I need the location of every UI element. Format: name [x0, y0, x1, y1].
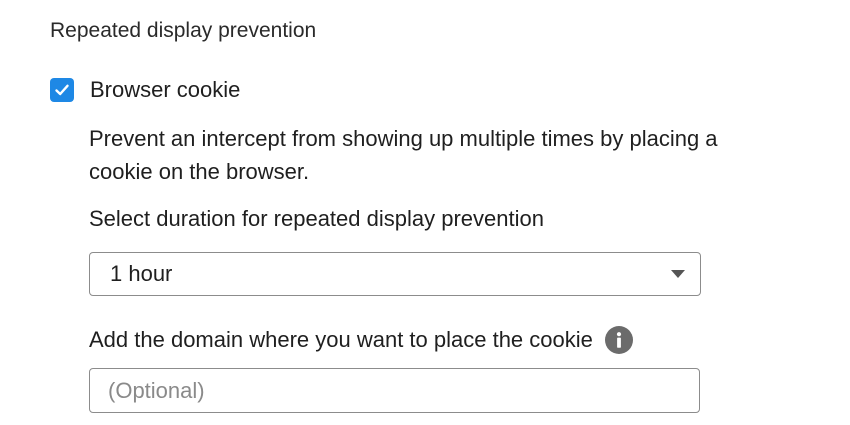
- info-glyph-icon: [616, 332, 621, 348]
- domain-label: Add the domain where you want to place t…: [89, 327, 593, 352]
- browser-cookie-description: Prevent an intercept from showing up mul…: [89, 126, 718, 184]
- domain-input[interactable]: [89, 368, 700, 413]
- check-icon: [55, 84, 69, 96]
- info-icon[interactable]: [604, 326, 633, 354]
- section-title: Repeated display prevention: [50, 19, 317, 42]
- browser-cookie-checkbox[interactable]: [50, 78, 74, 102]
- domain-label-row: Add the domain where you want to place t…: [89, 324, 633, 356]
- chevron-down-icon: [671, 270, 685, 278]
- duration-label: Select duration for repeated display pre…: [89, 206, 544, 231]
- duration-select[interactable]: 1 hour: [89, 252, 701, 296]
- duration-selected-value: 1 hour: [110, 261, 173, 286]
- browser-cookie-option[interactable]: Browser cookie: [50, 76, 240, 104]
- browser-cookie-label[interactable]: Browser cookie: [90, 77, 240, 103]
